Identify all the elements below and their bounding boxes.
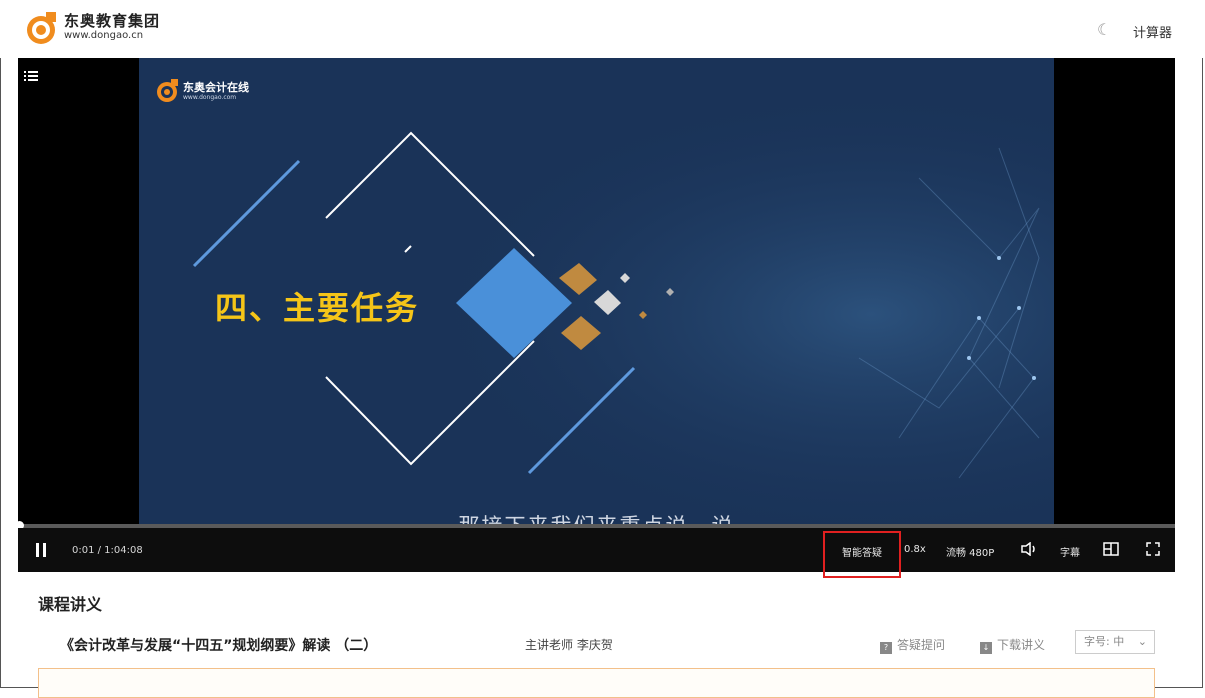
ask-question-button[interactable]: ? 答疑提问 — [880, 636, 945, 654]
brand-url: www.dongao.cn — [64, 30, 143, 41]
chevron-down-icon: ⌄ — [1138, 631, 1147, 653]
caption-button[interactable]: 字幕 — [1060, 544, 1080, 559]
pip-icon[interactable] — [1103, 542, 1119, 556]
notes-content-box — [38, 668, 1155, 698]
notes-section-title: 课程讲义 — [38, 591, 102, 615]
quality-button[interactable]: 流畅 480P — [946, 544, 994, 559]
font-size-label: 字号: 中 — [1084, 635, 1124, 648]
video-player[interactable]: 东奥会计在线 www.dongao.com 四、主要任务 那接下来我们来重点说一… — [18, 58, 1175, 572]
video-slide: 东奥会计在线 www.dongao.com 四、主要任务 — [139, 58, 1054, 524]
slide-logo-text: 东奥会计在线 — [183, 79, 249, 95]
player-controls: 0:01 / 1:04:08 智能答疑 0.8x 流畅 480P 字幕 — [18, 528, 1175, 572]
slide-logo-icon — [155, 78, 181, 104]
header: 东奥教育集团 www.dongao.cn ☾ 计算器 — [0, 0, 1205, 58]
calculator-button[interactable]: 计算器 — [1133, 22, 1172, 41]
download-notes-button[interactable]: ↓ 下载讲义 — [980, 636, 1045, 654]
moon-icon[interactable]: ☾ — [1097, 20, 1111, 39]
volume-icon[interactable] — [1021, 542, 1037, 556]
brand-name: 东奥教育集团 — [64, 10, 160, 31]
list-icon[interactable] — [24, 70, 38, 82]
time-display: 0:01 / 1:04:08 — [72, 545, 143, 556]
download-icon: ↓ — [980, 642, 992, 654]
slide-logo-url: www.dongao.com — [183, 94, 236, 101]
pause-icon[interactable] — [36, 543, 46, 557]
speed-button[interactable]: 0.8x — [904, 544, 926, 555]
download-notes-label: 下载讲义 — [997, 638, 1045, 652]
question-icon: ? — [880, 642, 892, 654]
brand-logo-icon — [24, 10, 60, 46]
slide-title: 四、主要任务 — [215, 283, 419, 329]
course-title: 《会计改革与发展“十四五”规划纲要》解读 （二） — [60, 635, 377, 655]
teacher-name: 主讲老师 李庆贺 — [525, 636, 613, 653]
font-size-select[interactable]: 字号: 中 ⌄ — [1075, 630, 1155, 654]
smart-answer-button[interactable]: 智能答疑 — [842, 544, 882, 559]
ask-question-label: 答疑提问 — [897, 638, 945, 652]
fullscreen-icon[interactable] — [1146, 542, 1160, 556]
